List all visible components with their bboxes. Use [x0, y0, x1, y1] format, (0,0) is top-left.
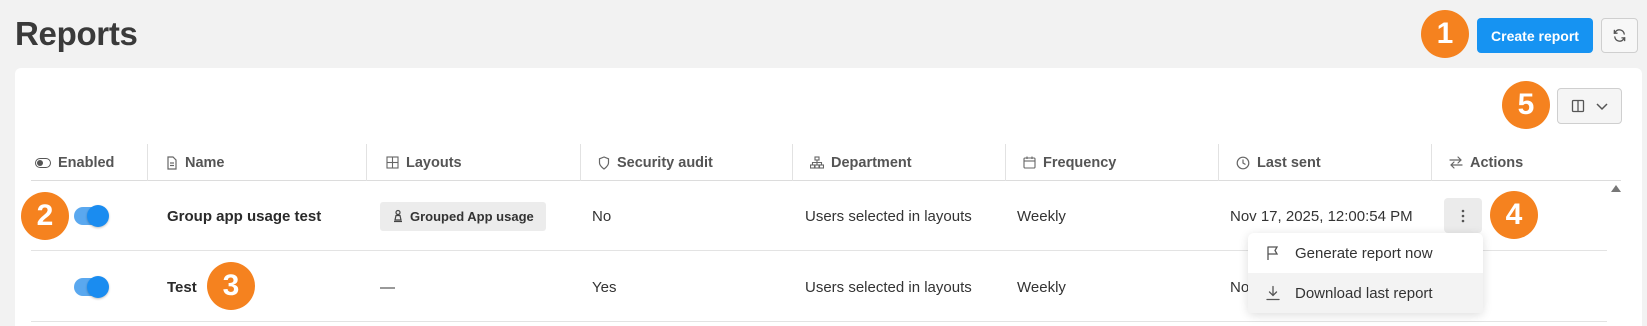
report-name[interactable]: Group app usage test — [167, 181, 321, 251]
security-audit-value: No — [592, 207, 612, 225]
annotation-badge-3: 3 — [207, 262, 255, 310]
column-header-name[interactable]: Name — [166, 144, 225, 181]
report-name[interactable]: Test — [167, 252, 197, 322]
toggle-switch[interactable] — [74, 276, 109, 298]
layout-cell: Grouped App usage — [380, 181, 546, 251]
chevron-down-icon — [1595, 101, 1609, 111]
layout-chip-label: Grouped App usage — [410, 208, 534, 224]
swap-arrows-icon — [1449, 156, 1463, 169]
menu-item-generate-report[interactable]: Generate report now — [1248, 233, 1483, 273]
department-value: Users selected in layouts — [805, 207, 972, 225]
columns-icon — [1571, 99, 1585, 113]
enabled-toggle[interactable] — [74, 252, 109, 322]
menu-item-label: Generate report now — [1295, 244, 1433, 262]
department-value: Users selected in layouts — [805, 278, 972, 296]
column-label: Enabled — [58, 154, 115, 171]
column-label: Frequency — [1043, 154, 1117, 171]
layout-chip[interactable]: Grouped App usage — [380, 201, 546, 231]
calendar-icon — [1023, 156, 1036, 169]
columns-toggle-button[interactable] — [1557, 88, 1622, 124]
refresh-button[interactable] — [1601, 18, 1638, 53]
column-label: Department — [831, 154, 912, 171]
column-header-department[interactable]: Department — [810, 144, 912, 181]
menu-item-label: Download last report — [1295, 284, 1433, 302]
org-chart-icon — [810, 156, 824, 169]
toggle-switch[interactable] — [74, 205, 109, 227]
scrollbar-up-arrow[interactable] — [1606, 181, 1626, 195]
column-divider — [580, 144, 581, 181]
column-header-frequency[interactable]: Frequency — [1023, 144, 1116, 181]
annotation-badge-2: 2 — [21, 192, 69, 240]
document-icon — [166, 155, 178, 170]
column-divider — [1218, 144, 1219, 181]
kebab-menu-icon — [1461, 209, 1465, 223]
column-header-security-audit[interactable]: Security audit — [598, 144, 713, 181]
reports-page: Reports Create report Enabled Name Layou… — [0, 0, 1647, 326]
annotation-badge-4: 4 — [1490, 191, 1538, 239]
page-title: Reports — [15, 15, 138, 52]
shield-icon — [598, 155, 610, 170]
row-actions-button[interactable] — [1444, 198, 1482, 233]
column-header-layouts[interactable]: Layouts — [386, 144, 462, 181]
column-divider — [1431, 144, 1432, 181]
column-divider — [792, 144, 793, 181]
table-header: Enabled Name Layouts Security audit Depa… — [31, 144, 1621, 181]
column-header-actions: Actions — [1449, 144, 1523, 181]
column-label: Security audit — [617, 154, 713, 171]
annotation-badge-1: 1 — [1421, 10, 1469, 58]
grid-icon — [386, 156, 399, 169]
layout-value: — — [380, 278, 395, 296]
menu-item-download-report[interactable]: Download last report — [1248, 273, 1483, 313]
toggle-icon — [35, 157, 51, 168]
column-header-enabled[interactable]: Enabled — [35, 144, 114, 181]
column-label: Actions — [1470, 154, 1524, 171]
column-label: Name — [185, 154, 225, 171]
column-header-last-sent[interactable]: Last sent — [1236, 144, 1321, 181]
frequency-value: Weekly — [1017, 278, 1066, 296]
enabled-toggle[interactable] — [74, 181, 109, 251]
create-report-button[interactable]: Create report — [1477, 18, 1593, 53]
column-label: Layouts — [406, 154, 462, 171]
column-divider — [147, 144, 148, 181]
column-divider — [1005, 144, 1006, 181]
refresh-icon — [1612, 28, 1627, 43]
frequency-value: Weekly — [1017, 207, 1066, 225]
chess-piece-icon — [392, 209, 404, 223]
column-divider — [366, 144, 367, 181]
security-audit-value: Yes — [592, 278, 617, 296]
download-icon — [1265, 285, 1281, 301]
actions-dropdown-menu: Generate report now Download last report — [1248, 233, 1483, 313]
column-label: Last sent — [1257, 154, 1321, 171]
clock-icon — [1236, 156, 1250, 170]
last-sent-value: No — [1230, 278, 1250, 296]
annotation-badge-5: 5 — [1502, 81, 1550, 129]
flag-icon — [1265, 245, 1281, 261]
